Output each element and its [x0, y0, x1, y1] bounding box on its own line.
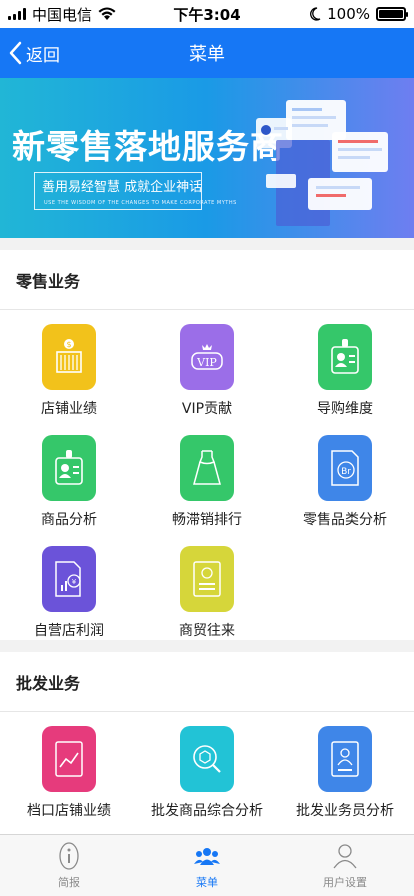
tab-user-settings[interactable]: 用户设置	[276, 835, 414, 896]
menu-item-label: 畅滞销排行	[172, 512, 242, 528]
guide-badge-icon	[318, 324, 372, 390]
signal-icon	[8, 8, 26, 20]
menu-item-store-profit[interactable]: ¥ 自营店利润	[0, 546, 138, 657]
menu-item-guide-dimension[interactable]: 导购维度	[276, 324, 414, 435]
menu-item-label: 批发业务员分析	[296, 803, 394, 819]
info-icon	[59, 842, 79, 870]
section-header: 批发业务	[0, 652, 414, 712]
section-title: 零售业务	[16, 271, 81, 291]
product-badge-icon	[42, 435, 96, 501]
menu-item-category-analysis[interactable]: Br 零售品类分析	[276, 435, 414, 546]
page-title: 菜单	[189, 44, 225, 65]
profit-doc-icon: ¥	[42, 546, 96, 612]
section-title: 批发业务	[16, 673, 81, 693]
menu-item-label: 导购维度	[317, 401, 373, 417]
dress-icon	[180, 435, 234, 501]
banner-subtitle: 善用易经智慧 成就企业神话	[42, 180, 203, 195]
group-icon	[194, 848, 220, 865]
tab-bar: 简报 菜单 用户设置	[0, 834, 414, 896]
menu-item-label: 档口店铺业绩	[27, 803, 111, 819]
chart-doc-icon	[42, 726, 96, 792]
salesman-doc-icon	[318, 726, 372, 792]
menu-item-label: VIP贡献	[181, 401, 233, 417]
user-icon	[333, 844, 357, 869]
menu-item-store-performance[interactable]: $ 店铺业绩	[0, 324, 138, 435]
back-label: 返回	[26, 45, 60, 66]
status-bar: 中国电信 下午3:04 100%	[0, 0, 414, 28]
wholesale-section: 批发业务 档口店铺业绩 批发商品综合分析 批发业务员分析	[0, 652, 414, 834]
menu-item-stall-performance[interactable]: 档口店铺业绩	[0, 726, 138, 834]
chevron-left-icon	[9, 41, 22, 65]
moon-icon	[310, 7, 321, 21]
tab-label: 简报	[58, 876, 80, 889]
svg-text:¥: ¥	[72, 578, 77, 586]
battery-icon	[376, 7, 408, 21]
nav-bar: 返回 菜单	[0, 28, 414, 78]
wholesale-grid: 档口店铺业绩 批发商品综合分析 批发业务员分析	[0, 712, 414, 834]
section-header: 零售业务	[0, 250, 414, 310]
status-time: 下午3:04	[173, 5, 241, 24]
battery-percent: 100%	[327, 5, 370, 23]
banner-title: 新零售落地服务商	[12, 127, 284, 166]
trade-doc-icon	[180, 546, 234, 612]
menu-item-label: 店铺业绩	[41, 401, 97, 417]
tab-menu[interactable]: 菜单	[138, 835, 276, 896]
tab-briefing[interactable]: 简报	[0, 835, 138, 896]
menu-item-salesman-analysis[interactable]: 批发业务员分析	[276, 726, 414, 834]
menu-item-label: 商贸往来	[179, 623, 235, 639]
banner-tagline: USE THE WISDOM OF THE CHANGES TO MAKE CO…	[44, 200, 237, 206]
menu-item-label: 批发商品综合分析	[151, 803, 263, 819]
carrier-label: 中国电信	[32, 5, 93, 24]
wifi-icon	[98, 7, 116, 20]
retail-section: 零售业务 $ 店铺业绩 VIP VIP贡献 导购维度 商品分析 畅滞销排行 Br…	[0, 250, 414, 640]
menu-item-label: 商品分析	[41, 512, 97, 528]
category-doc-icon: Br	[318, 435, 372, 501]
tab-label: 菜单	[196, 876, 218, 889]
menu-item-trade[interactable]: 商贸往来	[138, 546, 276, 657]
menu-item-wholesale-product-analysis[interactable]: 批发商品综合分析	[138, 726, 276, 834]
status-right: 100%	[309, 5, 408, 23]
vip-icon: VIP	[180, 324, 234, 390]
menu-item-label: 自营店利润	[34, 623, 104, 639]
svg-text:Br: Br	[341, 467, 351, 477]
svg-text:$: $	[66, 340, 71, 349]
svg-text:VIP: VIP	[196, 356, 217, 369]
promo-banner[interactable]: 新零售落地服务商 善用易经智慧 成就企业神话 USE THE WISDOM OF…	[0, 78, 414, 238]
retail-grid: $ 店铺业绩 VIP VIP贡献 导购维度 商品分析 畅滞销排行 Br 零售品类…	[0, 310, 414, 657]
status-left: 中国电信	[8, 4, 116, 25]
menu-item-sales-ranking[interactable]: 畅滞销排行	[138, 435, 276, 546]
store-icon: $	[42, 324, 96, 390]
menu-item-product-analysis[interactable]: 商品分析	[0, 435, 138, 546]
menu-item-vip-contribution[interactable]: VIP VIP贡献	[138, 324, 276, 435]
menu-item-label: 零售品类分析	[303, 512, 387, 528]
box-search-icon	[180, 726, 234, 792]
tab-label: 用户设置	[323, 876, 367, 889]
dashboard-illustration	[256, 100, 388, 226]
back-button[interactable]: 返回	[8, 28, 60, 78]
